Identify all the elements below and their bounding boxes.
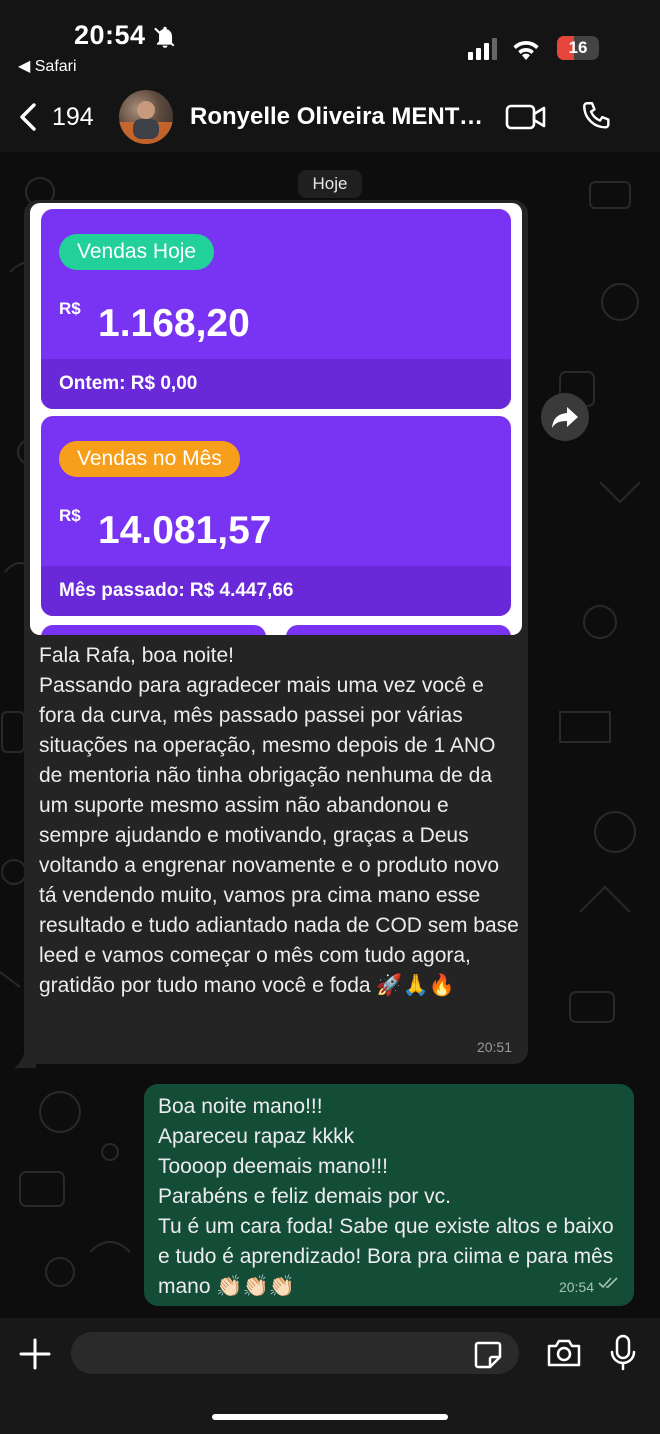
sales-today-badge: Vendas Hoje (59, 234, 215, 270)
incoming-message[interactable]: Vendas Hoje R$ 1.168,20 Ontem: R$ 0,00 V… (24, 200, 528, 1064)
outgoing-message-time: 20:54 (558, 1279, 594, 1295)
unread-count[interactable]: 194 (52, 103, 94, 132)
cellular-signal-icon (468, 38, 498, 65)
sales-today-currency: R$ (59, 299, 81, 318)
sticker-icon[interactable] (472, 1339, 504, 1376)
sales-month-currency: R$ (59, 506, 81, 525)
outgoing-message[interactable]: Boa noite mano!!! Apareceu rapaz kkkk To… (144, 1084, 634, 1306)
avatar[interactable] (119, 90, 173, 144)
chat-area[interactable]: Hoje Vendas Hoje R$ 1.168,20 Ontem: R$ 0… (0, 152, 660, 1318)
wifi-icon (511, 36, 541, 65)
status-time: 20:54 (74, 20, 146, 50)
back-chevron-icon[interactable] (18, 102, 38, 137)
message-input[interactable] (71, 1332, 519, 1374)
forward-icon (552, 407, 578, 428)
sales-month-badge: Vendas no Mês (59, 441, 240, 477)
input-bar (0, 1318, 660, 1434)
sales-screenshot-image[interactable]: Vendas Hoje R$ 1.168,20 Ontem: R$ 0,00 V… (30, 203, 522, 635)
camera-icon[interactable] (546, 1338, 582, 1373)
sales-today-card: Vendas Hoje R$ 1.168,20 Ontem: R$ 0,00 (41, 209, 511, 409)
sales-last-month-label: Mês passado: R$ 4.447,66 (41, 566, 511, 616)
sales-month-card: Vendas no Mês R$ 14.081,57 Mês passado: … (41, 416, 511, 616)
video-call-icon[interactable] (505, 102, 547, 137)
status-bar: 20:54 ◀ Safari 16 (0, 0, 660, 82)
back-to-safari-link[interactable]: ◀ Safari (18, 56, 77, 76)
next-card-peek (286, 625, 511, 635)
read-ticks-icon (598, 1276, 620, 1294)
bell-muted-icon (152, 24, 178, 55)
plus-icon[interactable] (18, 1337, 52, 1376)
next-card-peek (41, 625, 266, 635)
battery-indicator: 16 (557, 36, 599, 60)
outgoing-message-text: Boa noite mano!!! Apareceu rapaz kkkk To… (158, 1095, 614, 1298)
phone-call-icon[interactable] (580, 99, 614, 138)
sales-today-value: 1.168,20 (98, 302, 250, 345)
chat-header: 194 Ronyelle Oliveira MENTORADO (0, 82, 660, 152)
microphone-icon[interactable] (609, 1334, 637, 1377)
sales-month-value: 14.081,57 (98, 509, 272, 552)
date-chip: Hoje (298, 170, 362, 198)
battery-level: 16 (568, 38, 588, 57)
incoming-message-time: 20:51 (476, 1039, 512, 1055)
contact-name[interactable]: Ronyelle Oliveira MENTORADO (190, 103, 495, 131)
home-indicator[interactable] (212, 1414, 448, 1420)
sales-yesterday-label: Ontem: R$ 0,00 (41, 359, 511, 409)
incoming-message-text: Fala Rafa, boa noite! Passando para agra… (39, 644, 519, 997)
forward-button[interactable] (541, 393, 589, 441)
